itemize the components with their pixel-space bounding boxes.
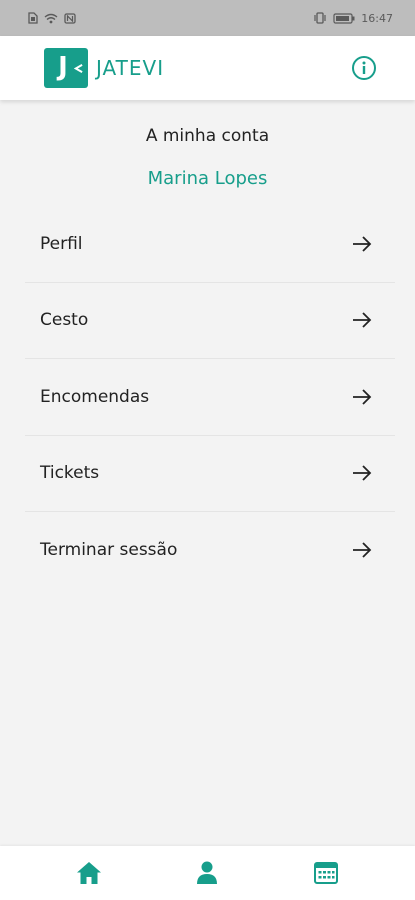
nfc-icon — [64, 12, 76, 24]
user-icon — [197, 861, 218, 884]
arrow-right-icon — [351, 462, 373, 484]
menu-item-encomendas[interactable]: Encomendas — [25, 359, 395, 436]
menu-item-label: Cesto — [40, 310, 89, 331]
home-icon — [77, 862, 102, 884]
info-button[interactable] — [351, 55, 377, 81]
menu-item-perfil[interactable]: Perfil — [25, 206, 395, 283]
arrow-right-icon — [351, 233, 373, 255]
nav-calendar[interactable] — [306, 853, 346, 893]
arrow-right-icon — [351, 539, 373, 561]
brand-name: JATEVI — [96, 56, 165, 80]
page-title: A minha conta — [145, 126, 270, 146]
arrow-right-icon — [351, 309, 373, 331]
battery-icon — [333, 12, 355, 24]
bottom-nav — [0, 846, 415, 900]
logo-letter: J — [58, 52, 68, 82]
menu-item-label: Perfil — [40, 233, 83, 254]
menu-item-tickets[interactable]: Tickets — [25, 436, 395, 512]
menu-item-terminar-sessao[interactable]: Terminar sessão — [25, 512, 395, 589]
menu-item-label: Encomendas — [40, 386, 150, 407]
logo-mark-icon — [74, 64, 83, 73]
vibrate-icon — [313, 12, 327, 24]
calendar-icon — [313, 862, 338, 884]
app-header: J JATEVI — [0, 36, 415, 100]
nav-account[interactable] — [187, 853, 227, 893]
status-bar: 16:47 — [0, 0, 415, 36]
info-icon — [352, 56, 376, 80]
account-menu: Perfil Cesto Encomendas Tickets Terminar… — [25, 206, 395, 589]
nav-home[interactable] — [69, 853, 109, 893]
menu-item-label: Terminar sessão — [40, 540, 178, 561]
arrow-right-icon — [351, 386, 373, 408]
menu-item-cesto[interactable]: Cesto — [25, 283, 395, 359]
status-right: 16:47 — [313, 12, 393, 25]
user-name: Marina Lopes — [147, 168, 268, 189]
brand-logo: J — [44, 48, 88, 88]
menu-item-label: Tickets — [40, 463, 100, 484]
status-time: 16:47 — [361, 11, 393, 25]
brand[interactable]: J JATEVI — [44, 48, 164, 88]
wifi-icon — [44, 13, 58, 24]
status-left — [28, 12, 76, 24]
sim-icon — [28, 12, 38, 24]
